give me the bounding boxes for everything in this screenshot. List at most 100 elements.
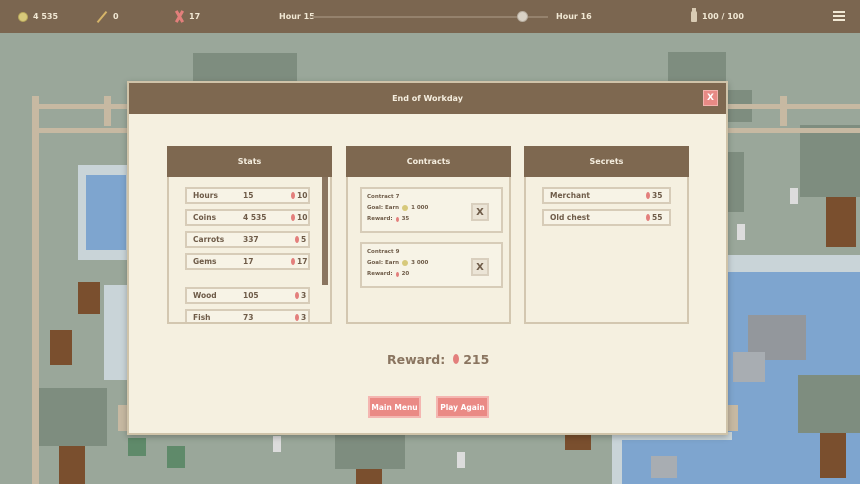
total-reward-value: 215 (463, 351, 490, 367)
rabbit (273, 436, 281, 452)
play-again-button[interactable]: Play Again (436, 396, 489, 418)
menu-icon[interactable] (833, 11, 845, 21)
tree-top (37, 388, 107, 446)
stats-row-reward: 10 (297, 213, 308, 222)
contract-reward-value: 20 (401, 271, 410, 277)
end-of-workday-dialog: End of Workday X Stats Hours 15 10 Coins… (127, 81, 728, 435)
capacity-value: 100 / 100 (702, 12, 744, 21)
stats-row-value: 73 (243, 313, 254, 322)
contract-goal-value: 1 000 (411, 205, 429, 211)
cancel-contract-button[interactable]: X (471, 258, 489, 276)
contract-name: Contract 9 (367, 249, 400, 255)
secrets-title: Secrets (589, 157, 624, 166)
gem-icon (291, 192, 295, 199)
stats-row: Coins 4 535 10 (185, 209, 310, 226)
cancel-contract-button[interactable]: X (471, 203, 489, 221)
stump (78, 282, 100, 314)
secrets-panel: Secrets Merchant 35 Old chest 55 (524, 146, 689, 324)
gem-icon (291, 214, 295, 221)
fence-post (780, 96, 787, 126)
stats-title: Stats (237, 157, 262, 166)
time-slider-knob[interactable] (517, 11, 529, 22)
wand-icon (96, 11, 108, 23)
stats-panel: Stats Hours 15 10 Coins 4 535 10 Carrots… (167, 146, 332, 324)
contract-card: Contract 9 Goal: Earn 3 000 Reward: 20 X (360, 242, 503, 288)
stats-row-value: 4 535 (243, 213, 267, 222)
rock (733, 352, 765, 382)
secrets-row-label: Old chest (550, 213, 590, 222)
dialog-title: End of Workday (392, 94, 463, 103)
gem-icon (295, 314, 299, 321)
stats-row-label: Hours (193, 191, 218, 200)
gem-icon (295, 236, 299, 243)
contracts-panel-header: Contracts (346, 146, 511, 177)
close-button[interactable]: X (703, 90, 718, 106)
contract-reward-value: 35 (401, 216, 410, 222)
hour-end-label: Hour 16 (556, 12, 592, 21)
contract-goal: Goal: Earn 3 000 (367, 260, 428, 266)
coin-icon (402, 260, 409, 266)
pond-water (622, 440, 732, 484)
play-again-label: Play Again (440, 402, 485, 412)
stats-row-value: 105 (243, 291, 259, 300)
secrets-row-reward: 35 (652, 191, 663, 200)
top-hud: 4 535 0 17 Hour 15 Hour 16 100 / 100 (0, 0, 860, 33)
stats-panel-header: Stats (167, 146, 332, 177)
gem-icon (395, 271, 399, 277)
stats-row: Fish 73 3 (185, 309, 310, 322)
stats-row-value: 17 (243, 257, 254, 266)
fence-rail (728, 405, 738, 431)
close-icon: X (707, 93, 714, 103)
contract-card: Contract 7 Goal: Earn 1 000 Reward: 35 X (360, 187, 503, 233)
bottle-icon (691, 8, 697, 22)
stats-row-label: Fish (193, 313, 211, 322)
stats-row: Hours 15 10 (185, 187, 310, 204)
fence-post (104, 96, 111, 126)
tree-top (335, 434, 405, 469)
coin-icon (18, 11, 28, 22)
contract-goal-label: Goal: Earn (367, 205, 400, 211)
contract-goal: Goal: Earn 1 000 (367, 205, 428, 211)
stats-list[interactable]: Hours 15 10 Coins 4 535 10 Carrots 337 5… (169, 177, 330, 322)
stats-row-label: Carrots (193, 235, 225, 244)
contract-reward-label: Reward: (367, 271, 393, 277)
fence-rail (728, 128, 860, 133)
fence-rail (32, 104, 128, 109)
total-reward-label: Reward: (387, 351, 446, 367)
tree-top (800, 125, 860, 197)
bush (167, 446, 185, 468)
stats-row-reward: 3 (301, 313, 307, 322)
stats-row: Wood 105 3 (185, 287, 310, 304)
stats-row-reward: 17 (297, 257, 308, 266)
time-slider[interactable] (312, 16, 548, 18)
coins-value: 4 535 (33, 12, 59, 21)
capacity-counter: 100 / 100 (691, 0, 744, 33)
gem-icon (646, 214, 650, 221)
secrets-row-reward: 55 (652, 213, 663, 222)
stump (50, 330, 72, 365)
stats-row-value: 15 (243, 191, 254, 200)
gem-icon (291, 258, 295, 265)
main-menu-button[interactable]: Main Menu (368, 396, 421, 418)
gem-icon (646, 192, 650, 199)
contract-reward: Reward: 20 (367, 271, 409, 277)
tree-trunk (59, 446, 85, 484)
stats-scrollbar[interactable] (322, 177, 328, 285)
bones-counter: 17 (175, 0, 200, 33)
contracts-title: Contracts (406, 157, 451, 166)
wands-value: 0 (113, 12, 119, 21)
coins-counter: 4 535 (18, 0, 58, 33)
contracts-panel: Contracts Contract 7 Goal: Earn 1 000 Re… (346, 146, 511, 324)
stats-row-label: Coins (193, 213, 217, 222)
bones-value: 17 (189, 12, 201, 21)
contract-reward-label: Reward: (367, 216, 393, 222)
close-icon: X (476, 261, 484, 273)
rock (651, 456, 677, 478)
stats-row-value: 337 (243, 235, 259, 244)
stats-row-label: Gems (193, 257, 217, 266)
wands-counter: 0 (96, 0, 119, 33)
tree-trunk (826, 197, 856, 247)
fence-rail (728, 104, 860, 109)
bush (128, 438, 146, 456)
secrets-panel-header: Secrets (524, 146, 689, 177)
